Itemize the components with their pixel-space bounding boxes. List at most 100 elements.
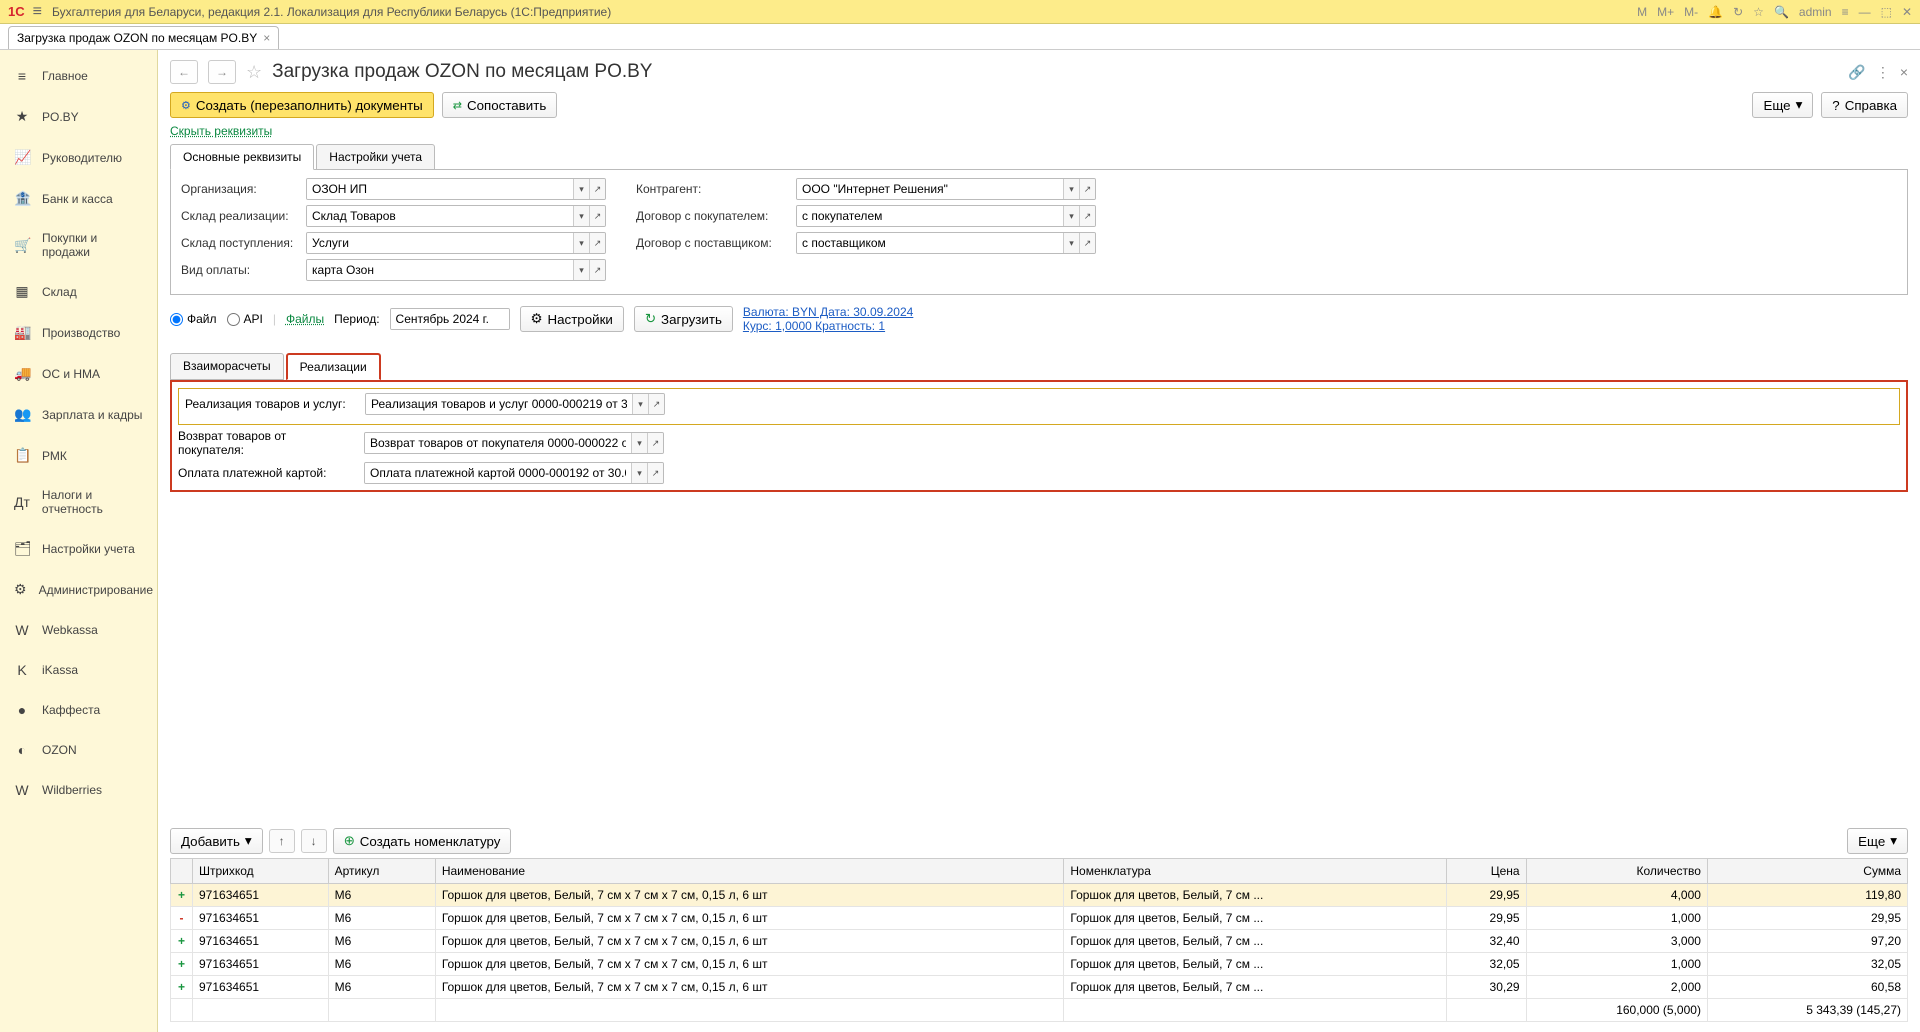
dropdown-icon[interactable]: ▾ (573, 233, 589, 253)
return-doc-field[interactable]: ▾ ↗ (364, 432, 664, 454)
move-up-button[interactable]: ↑ (269, 829, 295, 853)
cell-price[interactable]: 29,95 (1446, 884, 1526, 907)
period-field[interactable]: … ÷ (390, 308, 510, 330)
m-plus-button[interactable]: M+ (1657, 5, 1674, 19)
col-nomen[interactable]: Номенклатура (1064, 859, 1446, 884)
cell-name[interactable]: Горшок для цветов, Белый, 7 см x 7 см x … (435, 953, 1064, 976)
dropdown-icon[interactable]: ▾ (1063, 179, 1079, 199)
tab-main-requisites[interactable]: Основные реквизиты (170, 144, 314, 170)
sidebar-item-11[interactable]: 🗂Настройки учета (0, 528, 157, 569)
more-button[interactable]: Еще ▾ (1752, 92, 1813, 118)
buyer-input[interactable] (797, 206, 1063, 226)
cell-price[interactable]: 32,40 (1446, 930, 1526, 953)
sidebar-item-6[interactable]: 🏭Производство (0, 312, 157, 353)
menu-icon[interactable]: ≡ (33, 3, 42, 21)
cell-qty[interactable]: 2,000 (1526, 976, 1707, 999)
close-icon[interactable]: ✕ (1902, 5, 1912, 19)
sidebar-item-8[interactable]: 👥Зарплата и кадры (0, 394, 157, 435)
col-price[interactable]: Цена (1446, 859, 1526, 884)
open-icon[interactable]: ↗ (589, 179, 605, 199)
col-article[interactable]: Артикул (328, 859, 435, 884)
currency-link[interactable]: Валюта: BYN Дата: 30.09.2024 (743, 305, 913, 319)
table-row[interactable]: +971634651M6Горшок для цветов, Белый, 7 … (171, 953, 1908, 976)
wh-in-input[interactable] (307, 233, 573, 253)
dropdown-icon[interactable]: ▾ (631, 463, 647, 483)
sidebar-item-15[interactable]: ●Каффеста (0, 690, 157, 730)
add-row-button[interactable]: Добавить ▾ (170, 828, 263, 854)
sidebar-item-13[interactable]: WWebkassa (0, 610, 157, 650)
cell-name[interactable]: Горшок для цветов, Белый, 7 см x 7 см x … (435, 976, 1064, 999)
sale-doc-field[interactable]: ▾ ↗ (365, 393, 665, 415)
api-radio[interactable]: API (227, 312, 263, 326)
open-icon[interactable]: ↗ (589, 260, 605, 280)
sidebar-item-7[interactable]: 🚚ОС и НМА (0, 353, 157, 394)
cell-price[interactable]: 30,29 (1446, 976, 1526, 999)
cell-barcode[interactable]: 971634651 (193, 907, 329, 930)
wh-sale-input[interactable] (307, 206, 573, 226)
nav-forward-button[interactable]: → (208, 60, 236, 84)
col-name[interactable]: Наименование (435, 859, 1064, 884)
wh-in-field[interactable]: ▾ ↗ (306, 232, 606, 254)
move-down-button[interactable]: ↓ (301, 829, 327, 853)
cell-article[interactable]: M6 (328, 907, 435, 930)
dropdown-icon[interactable]: ▾ (573, 179, 589, 199)
col-barcode[interactable]: Штрихкод (193, 859, 329, 884)
buyer-field[interactable]: ▾ ↗ (796, 205, 1096, 227)
return-doc-input[interactable] (365, 433, 631, 453)
cell-nomen[interactable]: Горшок для цветов, Белый, 7 см ... (1064, 907, 1446, 930)
cell-name[interactable]: Горшок для цветов, Белый, 7 см x 7 см x … (435, 930, 1064, 953)
cell-qty[interactable]: 3,000 (1526, 930, 1707, 953)
open-icon[interactable]: ↗ (1079, 206, 1095, 226)
cell-qty[interactable]: 4,000 (1526, 884, 1707, 907)
cell-article[interactable]: M6 (328, 976, 435, 999)
table-row[interactable]: +971634651M6Горшок для цветов, Белый, 7 … (171, 930, 1908, 953)
star-icon[interactable]: ☆ (246, 62, 262, 83)
supplier-input[interactable] (797, 233, 1063, 253)
dropdown-icon[interactable]: ▾ (1063, 206, 1079, 226)
search-icon[interactable]: 🔍 (1774, 5, 1789, 19)
tab-accounting-settings[interactable]: Настройки учета (316, 144, 435, 170)
help-button[interactable]: ? Справка (1821, 92, 1908, 118)
sidebar-item-10[interactable]: ДтНалоги и отчетность (0, 476, 157, 528)
cell-nomen[interactable]: Горшок для цветов, Белый, 7 см ... (1064, 953, 1446, 976)
dropdown-icon[interactable]: ▾ (632, 394, 648, 414)
open-icon[interactable]: ↗ (648, 394, 664, 414)
more-icon[interactable]: ⋮ (1876, 64, 1890, 81)
settings-button[interactable]: ⚙ Настройки (520, 306, 624, 332)
sidebar-item-17[interactable]: WWildberries (0, 770, 157, 810)
cell-nomen[interactable]: Горшок для цветов, Белый, 7 см ... (1064, 976, 1446, 999)
files-link[interactable]: Файлы (286, 312, 324, 326)
open-icon[interactable]: ↗ (647, 433, 663, 453)
table-row[interactable]: -971634651M6Горшок для цветов, Белый, 7 … (171, 907, 1908, 930)
cell-price[interactable]: 32,05 (1446, 953, 1526, 976)
minimize-icon[interactable]: — (1859, 5, 1871, 19)
load-button[interactable]: ↻ Загрузить (634, 306, 733, 332)
settings-icon[interactable]: ≡ (1842, 5, 1849, 19)
cell-sum[interactable]: 29,95 (1707, 907, 1907, 930)
card-pay-field[interactable]: ▾ ↗ (364, 462, 664, 484)
maximize-icon[interactable]: ⬚ (1881, 5, 1892, 19)
cell-nomen[interactable]: Горшок для цветов, Белый, 7 см ... (1064, 930, 1446, 953)
wh-sale-field[interactable]: ▾ ↗ (306, 205, 606, 227)
dropdown-icon[interactable]: ▾ (573, 206, 589, 226)
dropdown-icon[interactable]: ▾ (573, 260, 589, 280)
counter-input[interactable] (797, 179, 1063, 199)
m-button[interactable]: M (1637, 5, 1647, 19)
history-icon[interactable]: ↻ (1733, 5, 1743, 19)
cell-name[interactable]: Горшок для цветов, Белый, 7 см x 7 см x … (435, 907, 1064, 930)
cell-barcode[interactable]: 971634651 (193, 884, 329, 907)
pay-field[interactable]: ▾ ↗ (306, 259, 606, 281)
open-icon[interactable]: ↗ (1079, 179, 1095, 199)
dropdown-icon[interactable]: ▾ (1063, 233, 1079, 253)
open-icon[interactable]: ↗ (647, 463, 663, 483)
supplier-field[interactable]: ▾ ↗ (796, 232, 1096, 254)
cell-qty[interactable]: 1,000 (1526, 907, 1707, 930)
m-minus-button[interactable]: M- (1684, 5, 1698, 19)
favorite-icon[interactable]: ☆ (1753, 5, 1764, 19)
pay-input[interactable] (307, 260, 573, 280)
cell-name[interactable]: Горшок для цветов, Белый, 7 см x 7 см x … (435, 884, 1064, 907)
sidebar-item-2[interactable]: 📈Руководителю (0, 137, 157, 178)
cell-sum[interactable]: 32,05 (1707, 953, 1907, 976)
dropdown-icon[interactable]: ▾ (631, 433, 647, 453)
cell-article[interactable]: M6 (328, 953, 435, 976)
